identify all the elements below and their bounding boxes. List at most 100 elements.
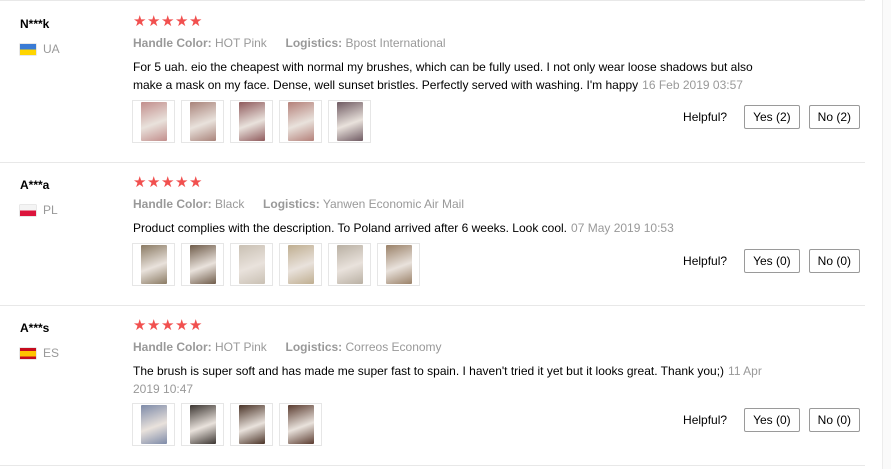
helpful-vote: Helpful? Yes (2) No (2) xyxy=(683,105,860,129)
handle-color-label: Handle Color: xyxy=(133,340,212,354)
star-icon: ★ xyxy=(147,13,161,30)
photo-image xyxy=(336,102,363,141)
review-photo-thumbnail[interactable] xyxy=(181,403,224,446)
review-photo-thumbnail[interactable] xyxy=(230,403,273,446)
handle-color-value: Black xyxy=(215,197,245,211)
review-text: For 5 uah. eio the cheapest with normal … xyxy=(133,58,773,94)
photo-image xyxy=(189,245,216,284)
helpful-no-button[interactable]: No (2) xyxy=(808,105,860,129)
reviewer-name: A***s xyxy=(20,321,50,335)
reviewer-country: ES xyxy=(20,346,120,360)
reviewer-info: A***s ES xyxy=(20,321,120,360)
reviewer-info: A***a PL xyxy=(20,178,120,217)
review-date: 07 May 2019 10:53 xyxy=(571,221,674,235)
helpful-yes-button[interactable]: Yes (0) xyxy=(744,249,800,273)
review-photo-thumbnail[interactable] xyxy=(132,100,175,143)
star-icon: ★ xyxy=(133,13,147,30)
feedback-page: N***k UA ★ ★ ★ ★ ★ Handle Color: HOT Pin… xyxy=(0,0,891,469)
review-photos xyxy=(132,403,322,446)
star-icon: ★ xyxy=(175,174,189,191)
photo-image xyxy=(336,245,363,284)
helpful-vote: Helpful? Yes (0) No (0) xyxy=(683,249,860,273)
review-photo-thumbnail[interactable] xyxy=(377,243,420,286)
review-content: ★ ★ ★ ★ ★ Handle Color: HOT Pink Logisti… xyxy=(133,318,773,398)
review-photo-thumbnail[interactable] xyxy=(328,243,371,286)
star-icon: ★ xyxy=(147,174,161,191)
helpful-vote: Helpful? Yes (0) No (0) xyxy=(683,408,860,432)
reviewer-country: UA xyxy=(20,42,120,56)
helpful-no-button[interactable]: No (0) xyxy=(808,249,860,273)
handle-color-label: Handle Color: xyxy=(133,197,212,211)
reviewer-name: A***a xyxy=(20,178,50,192)
star-icon: ★ xyxy=(189,317,203,334)
helpful-yes-button[interactable]: Yes (0) xyxy=(744,408,800,432)
photo-image xyxy=(140,405,167,444)
handle-color-value: HOT Pink xyxy=(215,36,267,50)
star-icon: ★ xyxy=(147,317,161,334)
review-photo-thumbnail[interactable] xyxy=(230,100,273,143)
helpful-label: Helpful? xyxy=(683,254,728,268)
star-icon: ★ xyxy=(189,174,203,191)
country-code: ES xyxy=(43,346,60,360)
logistics-label: Logistics: xyxy=(285,36,343,50)
star-icon: ★ xyxy=(133,317,147,334)
review-body: The brush is super soft and has made me … xyxy=(133,364,725,378)
review-photo-thumbnail[interactable] xyxy=(279,403,322,446)
logistics-value: Correos Economy xyxy=(345,340,442,354)
review-photo-thumbnail[interactable] xyxy=(279,243,322,286)
photo-image xyxy=(189,405,216,444)
star-rating: ★ ★ ★ ★ ★ xyxy=(133,318,773,334)
star-icon: ★ xyxy=(161,317,175,334)
review-photos xyxy=(132,243,420,286)
review-photo-thumbnail[interactable] xyxy=(132,243,175,286)
ukraine-flag-icon xyxy=(20,43,36,55)
reviewer-country: PL xyxy=(20,203,120,217)
logistics-value: Yanwen Economic Air Mail xyxy=(322,197,465,211)
poland-flag-icon xyxy=(20,204,36,216)
country-code: UA xyxy=(43,42,60,56)
photo-image xyxy=(287,102,314,141)
review-item: N***k UA ★ ★ ★ ★ ★ Handle Color: HOT Pin… xyxy=(0,1,865,163)
review-body: Product complies with the description. T… xyxy=(133,221,568,235)
photo-image xyxy=(189,102,216,141)
review-photo-thumbnail[interactable] xyxy=(181,100,224,143)
review-content: ★ ★ ★ ★ ★ Handle Color: Black Logistics:… xyxy=(133,175,773,237)
star-icon: ★ xyxy=(189,13,203,30)
photo-image xyxy=(238,405,265,444)
review-date: 16 Feb 2019 03:57 xyxy=(642,78,743,92)
order-info: Handle Color: Black Logistics: Yanwen Ec… xyxy=(133,197,773,211)
scrollbar-track[interactable] xyxy=(882,0,891,469)
reviewer-info: N***k UA xyxy=(20,17,120,56)
review-content: ★ ★ ★ ★ ★ Handle Color: HOT Pink Logisti… xyxy=(133,14,773,94)
logistics-label: Logistics: xyxy=(285,340,343,354)
logistics-label: Logistics: xyxy=(263,197,320,211)
review-photo-thumbnail[interactable] xyxy=(328,100,371,143)
helpful-no-button[interactable]: No (0) xyxy=(808,408,860,432)
review-text: Product complies with the description. T… xyxy=(133,219,773,237)
star-icon: ★ xyxy=(161,13,175,30)
photo-image xyxy=(238,245,265,284)
review-photos xyxy=(132,100,371,143)
order-info: Handle Color: HOT Pink Logistics: Correo… xyxy=(133,340,773,354)
helpful-yes-button[interactable]: Yes (2) xyxy=(744,105,800,129)
country-code: PL xyxy=(43,203,58,217)
handle-color-value: HOT Pink xyxy=(215,340,267,354)
photo-image xyxy=(287,245,314,284)
reviewer-name: N***k xyxy=(20,17,50,31)
star-icon: ★ xyxy=(175,317,189,334)
spain-flag-icon xyxy=(20,347,36,359)
helpful-label: Helpful? xyxy=(683,413,728,427)
review-photo-thumbnail[interactable] xyxy=(279,100,322,143)
photo-image xyxy=(238,102,265,141)
review-item: A***s ES ★ ★ ★ ★ ★ Handle Color: HOT Pin… xyxy=(0,305,865,466)
photo-image xyxy=(140,245,167,284)
star-icon: ★ xyxy=(161,174,175,191)
star-icon: ★ xyxy=(175,13,189,30)
star-rating: ★ ★ ★ ★ ★ xyxy=(133,14,773,30)
review-photo-thumbnail[interactable] xyxy=(132,403,175,446)
review-item: A***a PL ★ ★ ★ ★ ★ Handle Color: Black L… xyxy=(0,162,865,306)
review-photo-thumbnail[interactable] xyxy=(230,243,273,286)
logistics-value: Bpost International xyxy=(345,36,446,50)
review-photo-thumbnail[interactable] xyxy=(181,243,224,286)
star-icon: ★ xyxy=(133,174,147,191)
